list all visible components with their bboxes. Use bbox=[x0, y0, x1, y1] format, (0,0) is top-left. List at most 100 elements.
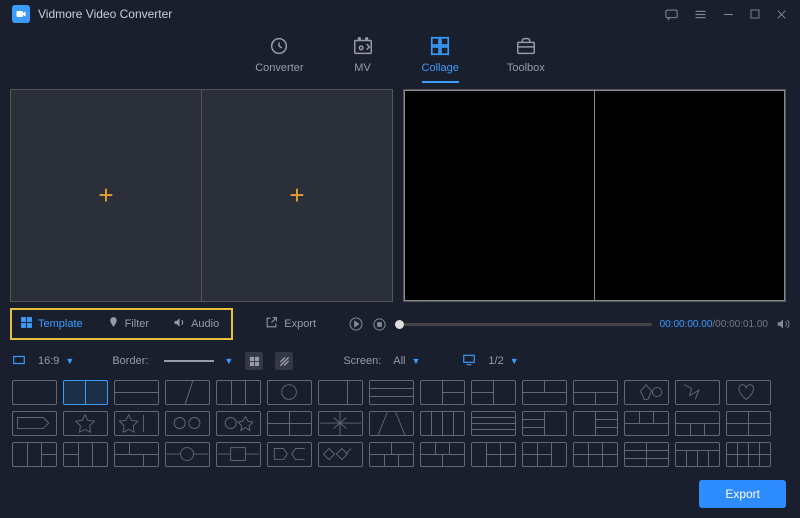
collage-icon bbox=[429, 35, 451, 57]
chat-icon[interactable] bbox=[664, 7, 679, 22]
template-item[interactable] bbox=[420, 411, 465, 436]
template-item[interactable] bbox=[12, 411, 57, 436]
collage-cell-2[interactable]: + bbox=[202, 90, 392, 301]
editor-tab-label: Template bbox=[38, 318, 83, 330]
template-item[interactable] bbox=[63, 411, 108, 436]
template-item[interactable] bbox=[216, 442, 261, 467]
aspect-ratio-select[interactable]: 16:9▼ bbox=[38, 355, 74, 367]
playback-time: 00:00:00.00/00:00:01.00 bbox=[660, 319, 768, 330]
collage-canvas: + + bbox=[10, 89, 393, 302]
template-item[interactable] bbox=[573, 411, 618, 436]
main-tabs: Converter MV Collage Toolbox bbox=[0, 28, 800, 83]
template-item[interactable] bbox=[216, 411, 261, 436]
template-item[interactable] bbox=[471, 380, 516, 405]
template-item[interactable] bbox=[369, 411, 414, 436]
screen-label: Screen: bbox=[343, 355, 381, 367]
template-item[interactable] bbox=[114, 380, 159, 405]
template-item[interactable] bbox=[63, 442, 108, 467]
minimize-icon[interactable] bbox=[722, 8, 735, 21]
template-item[interactable] bbox=[165, 442, 210, 467]
template-item[interactable] bbox=[726, 442, 771, 467]
volume-button[interactable] bbox=[776, 317, 790, 331]
border-style-select[interactable]: ▼ bbox=[160, 356, 233, 366]
seek-thumb[interactable] bbox=[395, 320, 404, 329]
app-title: Vidmore Video Converter bbox=[38, 7, 664, 21]
border-preview bbox=[164, 360, 214, 362]
filter-icon bbox=[107, 316, 120, 332]
converter-icon bbox=[268, 35, 290, 57]
template-item[interactable] bbox=[267, 380, 312, 405]
template-item[interactable] bbox=[420, 442, 465, 467]
maximize-icon[interactable] bbox=[749, 8, 761, 20]
page-select[interactable]: 1/2▼ bbox=[488, 355, 518, 367]
template-item[interactable] bbox=[573, 380, 618, 405]
template-item[interactable] bbox=[522, 380, 567, 405]
tab-mv[interactable]: MV bbox=[352, 35, 374, 83]
tab-collage[interactable]: Collage bbox=[422, 35, 459, 83]
template-item[interactable] bbox=[675, 380, 720, 405]
template-item[interactable] bbox=[573, 442, 618, 467]
template-grid bbox=[0, 378, 800, 477]
menu-icon[interactable] bbox=[693, 7, 708, 22]
template-item[interactable] bbox=[471, 411, 516, 436]
chevron-down-icon: ▼ bbox=[224, 356, 233, 366]
tab-converter[interactable]: Converter bbox=[255, 35, 303, 83]
template-item[interactable] bbox=[165, 380, 210, 405]
preview-panel bbox=[403, 89, 786, 302]
template-item[interactable] bbox=[267, 411, 312, 436]
template-item[interactable] bbox=[624, 411, 669, 436]
editor-tab-export[interactable]: Export bbox=[251, 310, 330, 338]
tab-toolbox[interactable]: Toolbox bbox=[507, 35, 545, 83]
template-item[interactable] bbox=[369, 442, 414, 467]
tab-label: MV bbox=[354, 62, 371, 74]
title-bar: Vidmore Video Converter bbox=[0, 0, 800, 28]
template-item[interactable] bbox=[12, 380, 57, 405]
template-item[interactable] bbox=[675, 411, 720, 436]
template-item[interactable] bbox=[267, 442, 312, 467]
template-item[interactable] bbox=[369, 380, 414, 405]
editor-tab-audio[interactable]: Audio bbox=[161, 310, 231, 338]
tab-label: Collage bbox=[422, 62, 459, 74]
template-item[interactable] bbox=[624, 380, 669, 405]
template-item[interactable] bbox=[726, 380, 771, 405]
template-item[interactable] bbox=[114, 442, 159, 467]
template-item[interactable] bbox=[318, 411, 363, 436]
template-item[interactable] bbox=[216, 380, 261, 405]
editor-tabs-highlight: Template Filter Audio bbox=[10, 308, 233, 340]
plus-icon: + bbox=[289, 180, 304, 211]
template-item[interactable] bbox=[675, 442, 720, 467]
audio-icon bbox=[173, 316, 186, 332]
collage-cell-1[interactable]: + bbox=[11, 90, 202, 301]
tab-label: Toolbox bbox=[507, 62, 545, 74]
template-item[interactable] bbox=[522, 442, 567, 467]
template-item[interactable] bbox=[726, 411, 771, 436]
player-controls: 00:00:00.00/00:00:01.00 bbox=[348, 316, 790, 332]
template-item[interactable] bbox=[420, 380, 465, 405]
border-color-button[interactable] bbox=[245, 352, 263, 370]
template-item[interactable] bbox=[318, 380, 363, 405]
screen-value: All bbox=[393, 355, 405, 367]
editor-tab-label: Export bbox=[284, 318, 316, 330]
editor-tab-template[interactable]: Template bbox=[12, 310, 95, 338]
close-icon[interactable] bbox=[775, 8, 788, 21]
preview-cell-2 bbox=[594, 90, 785, 301]
template-item[interactable] bbox=[63, 380, 108, 405]
template-item[interactable] bbox=[522, 411, 567, 436]
seek-slider[interactable] bbox=[395, 323, 652, 326]
template-item[interactable] bbox=[114, 411, 159, 436]
editor-tab-label: Filter bbox=[125, 318, 149, 330]
editor-tab-filter[interactable]: Filter bbox=[95, 310, 161, 338]
template-item[interactable] bbox=[165, 411, 210, 436]
template-item[interactable] bbox=[471, 442, 516, 467]
mv-icon bbox=[352, 35, 374, 57]
page-value: 1/2 bbox=[488, 355, 503, 367]
export-button[interactable]: Export bbox=[699, 480, 786, 508]
plus-icon: + bbox=[98, 180, 113, 211]
border-pattern-button[interactable] bbox=[275, 352, 293, 370]
template-item[interactable] bbox=[12, 442, 57, 467]
screen-select[interactable]: All▼ bbox=[393, 355, 420, 367]
template-item[interactable] bbox=[318, 442, 363, 467]
play-button[interactable] bbox=[348, 316, 364, 332]
stop-button[interactable] bbox=[372, 317, 387, 332]
template-item[interactable] bbox=[624, 442, 669, 467]
